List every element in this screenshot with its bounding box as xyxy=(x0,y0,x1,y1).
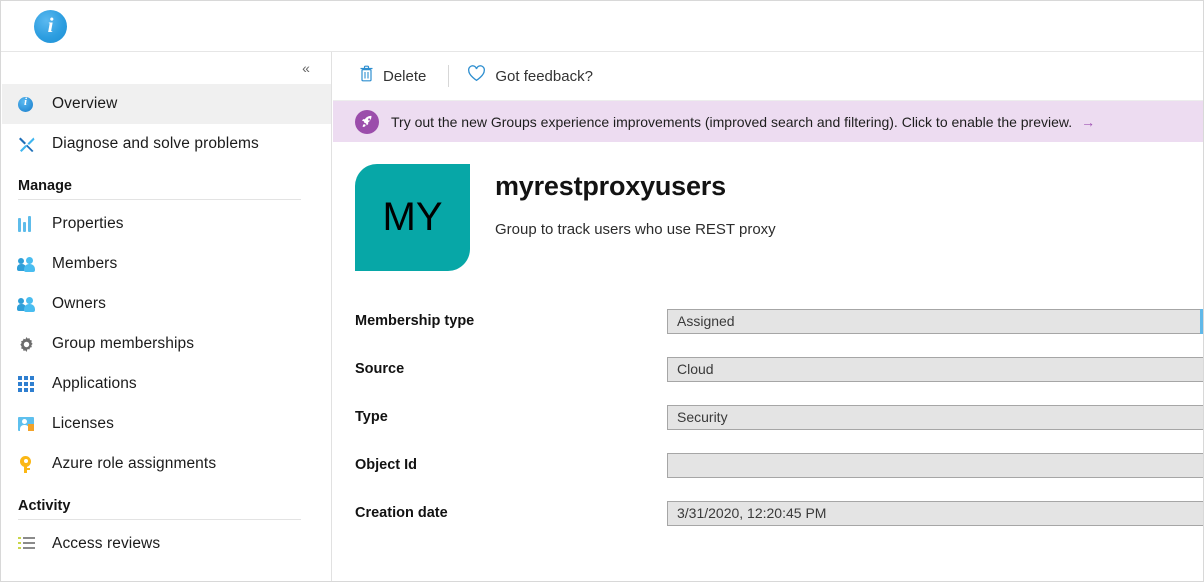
sliders-icon xyxy=(18,213,44,235)
sidebar-item-licenses[interactable]: Licenses xyxy=(2,404,331,444)
property-label: Source xyxy=(355,361,405,377)
info-glyph: i xyxy=(47,13,54,37)
properties-list: Membership type Assigned Source Cloud Ty… xyxy=(333,271,1203,537)
got-feedback-button[interactable]: Got feedback? xyxy=(467,65,593,87)
key-icon xyxy=(18,453,44,475)
property-label: Type xyxy=(355,409,388,425)
info-icon: i xyxy=(34,10,67,43)
sidebar-item-label: Licenses xyxy=(52,415,114,432)
arrow-right-icon: → xyxy=(1081,113,1096,130)
type-value[interactable]: Security xyxy=(667,404,1203,430)
trash-icon xyxy=(359,65,374,87)
command-separator xyxy=(448,65,450,87)
sidebar-group-activity: Activity xyxy=(2,484,331,519)
delete-button[interactable]: Delete xyxy=(359,65,426,87)
chevron-double-left-icon: « xyxy=(302,60,310,76)
sidebar-group-manage: Manage xyxy=(2,164,331,199)
sidebar-item-label: Members xyxy=(52,255,118,272)
gear-icon xyxy=(18,333,44,355)
command-bar: Delete Got feedback? xyxy=(333,52,1203,101)
got-feedback-label: Got feedback? xyxy=(495,67,593,85)
sidebar-collapse-row: « xyxy=(2,52,331,84)
wrench-screwdriver-icon xyxy=(18,133,44,155)
sidebar-item-label: Properties xyxy=(52,215,124,232)
sidebar-group-title: Manage xyxy=(18,178,72,194)
people-icon xyxy=(17,293,44,315)
grid-icon xyxy=(18,373,44,395)
sidebar-item-applications[interactable]: Applications xyxy=(2,364,331,404)
sidebar-item-label: Applications xyxy=(52,375,137,392)
creation-date-value[interactable]: 3/31/2020, 12:20:45 PM xyxy=(667,500,1203,526)
group-header: MY myrestproxyusers Group to track users… xyxy=(333,142,1203,271)
source-value[interactable]: Cloud xyxy=(667,356,1203,382)
sidebar-item-access-reviews[interactable]: Access reviews xyxy=(2,524,331,564)
checklist-icon xyxy=(18,533,44,555)
banner-text: Try out the new Groups experience improv… xyxy=(391,113,1073,130)
sidebar-item-label: Azure role assignments xyxy=(52,455,217,472)
object-id-value[interactable] xyxy=(667,452,1203,478)
divider xyxy=(18,199,301,200)
azure-group-overview-window: i « Overview Diagnose and solve problems xyxy=(0,0,1204,582)
avatar-initials: MY xyxy=(382,195,443,239)
sidebar-item-azure-role-assignments[interactable]: Azure role assignments xyxy=(2,444,331,484)
property-row-membership-type: Membership type Assigned xyxy=(333,297,1203,345)
rocket-icon xyxy=(355,109,379,134)
property-row-creation-date: Creation date 3/31/2020, 12:20:45 PM xyxy=(333,489,1203,537)
sidebar-item-label: Owners xyxy=(52,295,107,312)
membership-type-value[interactable]: Assigned xyxy=(667,308,1203,334)
sidebar-item-members[interactable]: Members xyxy=(2,244,331,284)
sidebar-item-properties[interactable]: Properties xyxy=(2,204,331,244)
people-icon xyxy=(17,253,44,275)
sidebar-group-title: Activity xyxy=(18,498,71,514)
group-meta: myrestproxyusers Group to track users wh… xyxy=(470,164,776,238)
property-row-source: Source Cloud xyxy=(333,345,1203,393)
info-icon xyxy=(18,93,44,115)
sidebar-item-label: Diagnose and solve problems xyxy=(52,135,259,152)
main-content: Delete Got feedback? Try out the new Gro… xyxy=(333,52,1203,581)
property-row-object-id: Object Id xyxy=(333,441,1203,489)
sidebar-item-owners[interactable]: Owners xyxy=(2,284,331,324)
group-description: Group to track users who use REST proxy xyxy=(495,221,776,238)
sidebar-item-group-memberships[interactable]: Group memberships xyxy=(2,324,331,364)
preview-banner[interactable]: Try out the new Groups experience improv… xyxy=(333,101,1203,142)
sidebar-item-label: Group memberships xyxy=(52,335,195,352)
property-label: Object Id xyxy=(355,457,418,473)
license-card-icon xyxy=(18,413,44,435)
group-avatar: MY xyxy=(355,164,470,271)
heart-icon xyxy=(467,65,486,87)
sidebar-item-diagnose-and-solve-problems[interactable]: Diagnose and solve problems xyxy=(2,124,331,164)
divider xyxy=(18,519,301,520)
sidebar-item-overview[interactable]: Overview xyxy=(2,84,331,124)
group-name: myrestproxyusers xyxy=(495,171,726,201)
delete-label: Delete xyxy=(383,67,427,85)
property-label: Creation date xyxy=(355,505,448,521)
property-row-type: Type Security xyxy=(333,393,1203,441)
property-label: Membership type xyxy=(355,313,475,329)
sidebar-item-label: Access reviews xyxy=(52,535,161,552)
collapse-sidebar-button[interactable]: « xyxy=(295,57,317,79)
sidebar: « Overview Diagnose and solve problems M… xyxy=(2,52,332,581)
title-bar: i xyxy=(1,1,1203,52)
sidebar-item-label: Overview xyxy=(52,95,118,112)
